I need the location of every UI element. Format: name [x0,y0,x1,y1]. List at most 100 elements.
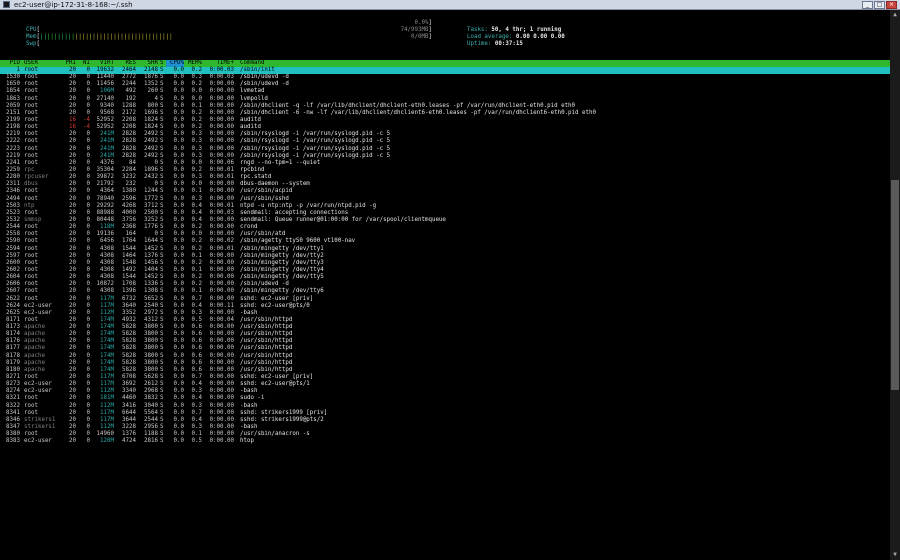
cell-command: sshd: ec2-user [priv] [240,295,314,302]
cell-virt: 181M [100,395,114,402]
process-row[interactable]: 2594 root 20 0 4308 1544 1452 S 0.0 0.2 0:00.01/sb… [0,246,890,253]
process-row[interactable]: 2622 root 20 0 117M 6732 5652 S 0.0 0.7 0:00.00 ssh… [0,296,890,303]
close-button[interactable]: × [886,1,897,9]
process-row[interactable]: 1863 root 20 0 27140 192 4 S 0.0 0.0 0:00.00 lvmpol… [0,96,890,103]
cell-res: 4724 [122,438,136,445]
process-row[interactable]: 2198 root 16 -4 52952 2208 1824 S 0.0 0.2 0:00.00 a… [0,124,890,131]
process-row[interactable]: 8271 root 20 0 117M 6708 5628 S 0.0 0.7 0:00.00 ssh… [0,374,890,381]
cell-user: root [24,67,38,73]
process-row[interactable]: 2532 smmsp 20 0 80448 3756 3252 S 0.0 0.4 0:00.00 s… [0,217,890,224]
process-row[interactable]: 2059 root 20 0 9340 1288 800 S 0.0 0.1 0:00.00/sbi… [0,103,890,110]
process-row[interactable]: 2606 root 20 0 10872 1708 1336 S 0.0 0.2 0:00.00/s… [0,281,890,288]
cell-ni: 0 [86,359,91,366]
column-header-res[interactable]: RES [114,60,136,67]
terminal-area[interactable]: CPU[ 0.0%] Mem[|||||||||||||||||||||||||… [0,10,890,560]
cell-res: 4932 [122,316,136,323]
process-row[interactable]: 8180 apache 20 0 174M 5828 3800 S 0.0 0.6 0:00.00/… [0,367,890,374]
process-row[interactable]: 2604 root 20 0 4308 1544 1452 S 0.0 0.2 0:00.00/sb… [0,274,890,281]
process-row[interactable]: 2600 root 20 0 4308 1548 1456 S 0.0 0.2 0:00.00/sb… [0,260,890,267]
cell-ni: 0 [86,202,91,209]
process-row[interactable]: 2625 ec2-user 20 0 112M 3352 2972 S 0.0 0.3 0:00.0… [0,310,890,317]
process-row[interactable]: 2222 root 20 0 241M 2828 2492 S 0.0 0.3 0:00.00/sb… [0,138,890,145]
cell-time: 0:00.00 [209,288,234,295]
cell-command: /sbin/udevd -d [240,281,289,288]
process-list[interactable]: 1 root 20 0 19632 2464 2148 S 0.0 0.2 0:00.03/sbin… [0,67,890,445]
selected-process-row[interactable]: 1 root 20 0 19632 2464 2148 S 0.0 0.2 0:00.03/sbin… [0,67,890,75]
process-row[interactable]: 8383 ec2-user 20 0 120M 4724 2816 S 0.0 0.5 0:00.0… [0,438,890,445]
cell-command: /usr/sbin/httpd [240,345,293,352]
column-header-virt[interactable]: VIRT [90,60,114,67]
process-row[interactable]: 2494 root 20 0 78940 2596 1772 S 0.0 0.3 0:00.00/u… [0,196,890,203]
cell-shr: 3712 [144,202,158,209]
column-header-pid[interactable]: PID [0,60,20,67]
vertical-scrollbar[interactable]: ▲ ▼ [890,10,900,560]
column-header-cpu[interactable]: CPU% [166,60,184,67]
process-row[interactable]: 8273 ec2-user 20 0 117M 3692 2612 S 0.0 0.4 0:00.0… [0,381,890,388]
process-row[interactable]: 8179 apache 20 0 174M 5828 3800 S 0.0 0.6 0:00.00/… [0,360,890,367]
process-row[interactable]: 8174 apache 20 0 174M 5828 3800 S 0.0 0.6 0:00.00/… [0,331,890,338]
process-row[interactable]: 2346 root 20 0 4364 1380 1244 S 0.0 0.1 0:00.00/us… [0,188,890,195]
process-row[interactable]: 2597 root 20 0 4308 1464 1376 S 0.0 0.1 0:00.00/sb… [0,253,890,260]
cell-res: 492 [125,88,136,95]
process-row[interactable]: 8341 root 20 0 117M 6644 5564 S 0.0 0.7 0:00.00 ssh… [0,410,890,417]
cell-user: root [24,374,38,381]
process-row[interactable]: 2590 root 20 0 6456 1764 1644 S 0.0 0.2 0:00.02/sb… [0,238,890,245]
process-row[interactable]: 1854 root 20 0 106M 492 260 S 0.0 0.0 0:00.00 lvmet… [0,88,890,95]
mem-meter-used-bars: |||||||||| [39,34,75,40]
process-row[interactable]: 8173 apache 20 0 174M 5828 3800 S 0.0 0.6 0:00.00/… [0,324,890,331]
process-row[interactable]: 2503 ntp 20 0 29292 4268 3712 S 0.0 0.4 0:00.01 ntp… [0,203,890,210]
process-row[interactable]: 2151 root 20 0 9568 2172 1696 S 0.0 0.2 0:00.00/sb… [0,110,890,117]
process-row[interactable]: 8380 root 20 0 14960 1376 1188 S 0.0 0.1 0:00.00/u… [0,431,890,438]
process-row[interactable]: 8346 strikers1 20 0 117M 3644 2544 S 0.0 0.4 0:00.… [0,417,890,424]
column-header-shr[interactable]: SHR [136,60,158,67]
column-header-pri[interactable]: PRI [60,60,76,67]
process-row[interactable]: 2223 root 20 0 241M 2828 2492 S 0.0 0.3 0:00.00/sb… [0,146,890,153]
cell-user: apache [24,338,45,345]
process-row[interactable]: 8321 root 20 0 181M 4460 3832 S 0.0 0.4 0:00.00 sud… [0,395,890,402]
process-row[interactable]: 2624 ec2-user 20 0 117M 3640 2540 S 0.0 0.4 0:00.1… [0,303,890,310]
cell-pri: 20 [69,224,76,231]
process-row[interactable]: 2259 rpc 20 0 35304 2284 1896 S 0.0 0.2 0:00.01 rpc… [0,167,890,174]
scroll-down-icon[interactable]: ▼ [891,551,899,559]
cell-command: /sbin/udevd -d [240,81,289,88]
cell-res: 2772 [122,74,136,81]
column-header-mem[interactable]: MEM% [184,60,202,67]
scrollbar-thumb[interactable] [891,180,899,390]
column-header-user[interactable]: USER [24,60,60,67]
process-row[interactable]: 2311 dbus 20 0 21792 232 0 S 0.0 0.0 0:00.00 dbus-d… [0,181,890,188]
process-row[interactable]: 2219 root 20 0 241M 2828 2492 S 0.0 0.3 0:00.00/sb… [0,153,890,160]
process-row[interactable]: 1530 root 20 0 11440 2772 1876 S 0.0 0.3 0:00.03/s… [0,74,890,81]
cell-shr: 1456 [144,259,158,266]
process-row[interactable]: 2558 root 20 0 19136 164 0 S 0.0 0.0 0:00.00/usr/s… [0,231,890,238]
column-header-time[interactable]: TIME+ [202,60,234,67]
cell-command: /usr/sbin/httpd [240,338,293,345]
process-row[interactable]: 2241 root 20 0 4376 84 0 S 0.0 0.0 0:00.06 rngd --n… [0,160,890,167]
process-row[interactable]: 8177 apache 20 0 174M 5828 3800 S 0.0 0.6 0:00.00/… [0,345,890,352]
maximize-button[interactable]: □ [874,1,885,9]
column-header-ni[interactable]: NI [76,60,90,67]
process-row[interactable]: 8178 apache 20 0 174M 5828 3800 S 0.0 0.6 0:00.00/… [0,353,890,360]
cell-pri: 20 [69,202,76,209]
process-row[interactable]: 8347 strikers1 20 0 112M 3228 2956 S 0.0 0.3 0:00.… [0,424,890,431]
minimize-button[interactable]: _ [862,1,873,9]
scroll-up-icon[interactable]: ▲ [891,11,899,19]
process-row[interactable]: 2280 rpcuser 20 0 39872 3232 2432 S 0.0 0.3 0:00.0… [0,174,890,181]
process-row[interactable]: 8176 apache 20 0 174M 5828 3800 S 0.0 0.6 0:00.00/… [0,338,890,345]
cell-pri: 20 [69,381,76,388]
process-row[interactable]: 8274 ec2-user 20 0 112M 3340 2968 S 0.0 0.3 0:00.0… [0,388,890,395]
process-row[interactable]: 1650 root 20 0 11456 2244 1352 S 0.0 0.2 0:00.00/s… [0,81,890,88]
cell-virt: 80448 [96,216,114,223]
cell-res: 2828 [122,138,136,145]
process-row[interactable]: 2219 root 20 0 241M 2828 2492 S 0.0 0.3 0:00.00/sb… [0,131,890,138]
process-row[interactable]: 8322 root 20 0 112M 3416 3040 S 0.0 0.3 0:00.00 -ba… [0,403,890,410]
cell-shr: 1404 [144,266,158,273]
process-row[interactable]: 8171 root 20 0 174M 4932 4312 S 0.0 0.5 0:00.04/us… [0,317,890,324]
process-row[interactable]: 2523 root 20 0 88988 4000 2500 S 0.0 0.4 0:00.03 se… [0,210,890,217]
process-row[interactable]: 2607 root 20 0 4308 1396 1308 S 0.0 0.1 0:00.00/sb… [0,288,890,295]
cell-time: 0:00.00 [209,152,234,159]
process-row[interactable]: 2199 root 16 -4 52952 2208 1824 S 0.0 0.2 0:00.00 a… [0,117,890,124]
cell-virt: 174M [100,316,114,323]
process-row[interactable]: 2602 root 20 0 4308 1492 1404 S 0.0 0.1 0:00.00/sb… [0,267,890,274]
process-row[interactable]: 2544 root 20 0 118M 2368 1776 S 0.0 0.2 0:00.00 cro… [0,224,890,231]
column-header-command[interactable]: Command [240,60,880,67]
